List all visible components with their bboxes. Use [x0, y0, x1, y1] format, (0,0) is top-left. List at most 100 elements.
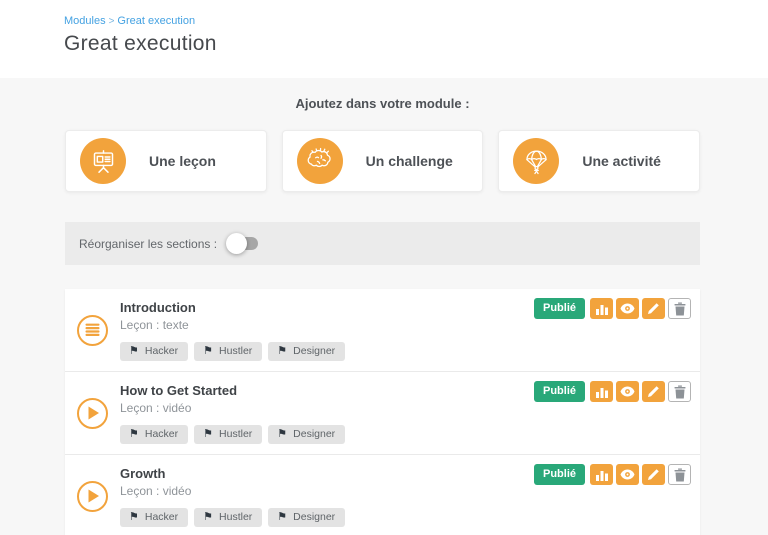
flag-icon: ⚑: [277, 346, 287, 357]
flag-icon: ⚑: [129, 346, 139, 357]
section-info: Introduction Leçon : texte ⚑ Hacker ⚑ Hu…: [120, 299, 345, 361]
eye-icon: [620, 386, 635, 397]
status-badge: Publié: [534, 464, 585, 485]
status-badge: Publié: [534, 298, 585, 319]
reorder-sections-label: Réorganiser les sections :: [79, 237, 217, 251]
pencil-icon: [647, 302, 660, 315]
eye-icon: [620, 303, 635, 314]
tag-label: Designer: [293, 428, 335, 440]
tag: ⚑ Hustler: [194, 508, 262, 527]
section-title: Introduction: [120, 299, 345, 315]
section-title: How to Get Started: [120, 382, 345, 398]
presentation-icon: [80, 138, 126, 184]
tag: ⚑ Hacker: [120, 342, 188, 361]
preview-button[interactable]: [616, 464, 639, 485]
preview-button[interactable]: [616, 298, 639, 319]
stats-button[interactable]: [590, 464, 613, 485]
text-lesson-icon: [85, 323, 100, 337]
video-lesson-icon: [88, 406, 100, 420]
preview-button[interactable]: [616, 381, 639, 402]
tag-label: Hustler: [219, 428, 252, 440]
add-options-row: Une leçon Un challenge: [65, 130, 700, 192]
edit-button[interactable]: [642, 381, 665, 402]
reorder-sections-bar: Réorganiser les sections :: [65, 222, 700, 265]
pencil-icon: [647, 385, 660, 398]
status-badge: Publié: [534, 381, 585, 402]
sections-list: Introduction Leçon : texte ⚑ Hacker ⚑ Hu…: [65, 289, 700, 535]
tags: ⚑ Hacker ⚑ Hustler ⚑ Designer: [120, 342, 345, 361]
section-title: Growth: [120, 465, 345, 481]
tag-label: Hacker: [145, 511, 178, 523]
section-row: Growth Leçon : vidéo ⚑ Hacker ⚑ Hustler …: [65, 455, 700, 535]
section-subtitle: Leçon : texte: [120, 318, 345, 332]
flag-icon: ⚑: [277, 429, 287, 440]
tag-label: Designer: [293, 345, 335, 357]
flag-icon: ⚑: [203, 429, 213, 440]
page-title: Great execution: [64, 32, 768, 56]
trash-icon: [674, 385, 686, 399]
section-row: Introduction Leçon : texte ⚑ Hacker ⚑ Hu…: [65, 289, 700, 372]
tags: ⚑ Hacker ⚑ Hustler ⚑ Designer: [120, 508, 345, 527]
section-row: How to Get Started Leçon : vidéo ⚑ Hacke…: [65, 372, 700, 455]
add-lesson-button[interactable]: Une leçon: [65, 130, 267, 192]
flag-icon: ⚑: [203, 512, 213, 523]
section-subtitle: Leçon : vidéo: [120, 401, 345, 415]
bar-chart-icon: [595, 303, 609, 315]
trash-icon: [674, 302, 686, 316]
tags: ⚑ Hacker ⚑ Hustler ⚑ Designer: [120, 425, 345, 444]
page-header: Modules>Great execution Great execution: [0, 0, 768, 78]
tag-label: Hustler: [219, 511, 252, 523]
add-activity-button[interactable]: Une activité: [498, 130, 700, 192]
tag-label: Hacker: [145, 345, 178, 357]
flag-icon: ⚑: [129, 429, 139, 440]
parachute-icon: [513, 138, 559, 184]
tag-label: Hustler: [219, 345, 252, 357]
breadcrumb-modules-link[interactable]: Modules: [64, 15, 106, 27]
section-type-icon: [77, 398, 108, 429]
flag-icon: ⚑: [129, 512, 139, 523]
add-challenge-button[interactable]: Un challenge: [282, 130, 484, 192]
section-info: How to Get Started Leçon : vidéo ⚑ Hacke…: [120, 382, 345, 444]
stats-button[interactable]: [590, 381, 613, 402]
breadcrumb-separator: >: [109, 16, 115, 27]
breadcrumb: Modules>Great execution: [64, 15, 768, 27]
stats-button[interactable]: [590, 298, 613, 319]
tag-label: Designer: [293, 511, 335, 523]
bar-chart-icon: [595, 386, 609, 398]
pencil-icon: [647, 468, 660, 481]
delete-button[interactable]: [668, 298, 691, 319]
reorder-sections-toggle[interactable]: [228, 237, 258, 250]
delete-button[interactable]: [668, 381, 691, 402]
tag: ⚑ Hustler: [194, 342, 262, 361]
tag: ⚑ Designer: [268, 508, 345, 527]
tag: ⚑ Designer: [268, 425, 345, 444]
flag-icon: ⚑: [203, 346, 213, 357]
section-subtitle: Leçon : vidéo: [120, 484, 345, 498]
eye-icon: [620, 469, 635, 480]
add-challenge-label: Un challenge: [366, 153, 453, 169]
toggle-knob: [226, 233, 247, 254]
flag-icon: ⚑: [277, 512, 287, 523]
delete-button[interactable]: [668, 464, 691, 485]
section-controls: Publié: [534, 298, 691, 319]
section-controls: Publié: [534, 464, 691, 485]
add-activity-label: Une activité: [582, 153, 661, 169]
trash-icon: [674, 468, 686, 482]
bar-chart-icon: [595, 469, 609, 481]
section-controls: Publié: [534, 381, 691, 402]
section-info: Growth Leçon : vidéo ⚑ Hacker ⚑ Hustler …: [120, 465, 345, 527]
brain-icon: [297, 138, 343, 184]
tag: ⚑ Hacker: [120, 425, 188, 444]
main-content: Ajoutez dans votre module : Une leçon: [65, 78, 700, 535]
edit-button[interactable]: [642, 464, 665, 485]
video-lesson-icon: [88, 489, 100, 503]
tag: ⚑ Hustler: [194, 425, 262, 444]
add-panel-heading: Ajoutez dans votre module :: [65, 78, 700, 111]
edit-button[interactable]: [642, 298, 665, 319]
section-type-icon: [77, 315, 108, 346]
tag-label: Hacker: [145, 428, 178, 440]
breadcrumb-current[interactable]: Great execution: [117, 15, 195, 27]
tag: ⚑ Designer: [268, 342, 345, 361]
tag: ⚑ Hacker: [120, 508, 188, 527]
section-type-icon: [77, 481, 108, 512]
